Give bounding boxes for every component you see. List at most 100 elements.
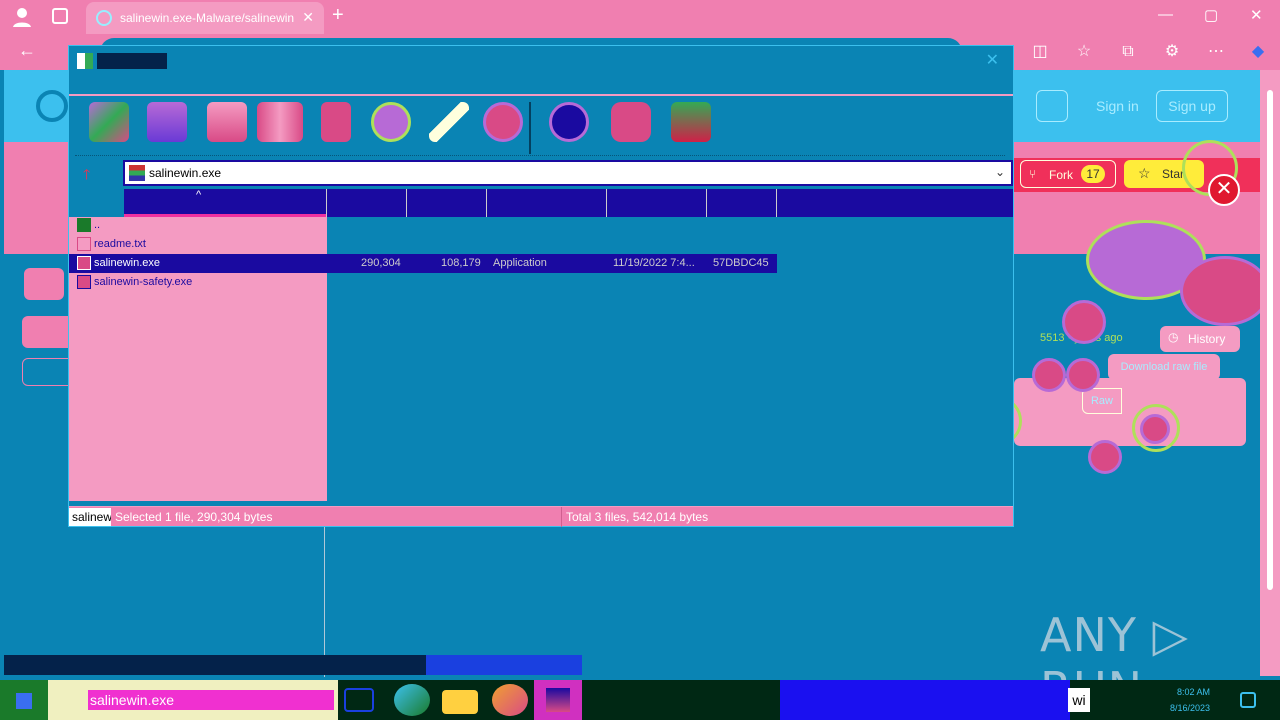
file-name: salinewin.exe — [94, 257, 161, 269]
column-separator[interactable] — [486, 189, 487, 217]
raw-button[interactable]: Raw — [1082, 388, 1122, 414]
tray-label[interactable]: wi — [1068, 688, 1090, 712]
tab-close-icon[interactable]: ✕ — [302, 9, 314, 26]
github-logo-icon[interactable] — [36, 90, 68, 122]
menu-separator — [69, 94, 1013, 96]
wizard-icon[interactable] — [429, 102, 469, 142]
add-icon[interactable] — [89, 102, 129, 142]
winrar-toolbar — [75, 98, 1005, 156]
profile-icon[interactable] — [12, 6, 34, 28]
list-item[interactable]: readme.txt — [69, 235, 777, 254]
more-icon[interactable]: ⋯ — [1206, 42, 1226, 62]
text-file-icon — [77, 237, 91, 251]
workspaces-icon[interactable] — [52, 8, 68, 24]
browser-tabstrip: salinewin.exe-Malware/salinewin ✕ + — ▢ … — [0, 0, 1280, 34]
status-drive-box: salinew — [69, 508, 111, 526]
column-separator[interactable] — [606, 189, 607, 217]
winrar-app-icon — [77, 53, 93, 69]
page-scrollbar[interactable] — [1260, 70, 1280, 676]
list-item[interactable]: salinewin-safety.exe — [69, 273, 777, 292]
list-item[interactable]: .. — [69, 216, 777, 235]
chevron-down-icon[interactable]: ⌄ — [995, 165, 1005, 179]
sign-in-link[interactable]: Sign in — [1096, 98, 1139, 114]
file-modified: 11/19/2022 7:4... — [613, 257, 695, 269]
favorites-icon[interactable]: ☆ — [1074, 42, 1094, 62]
task-view-icon[interactable] — [344, 688, 374, 712]
taskbar: salinewin.exe wi 8:02 AM 8/16/2023 — [0, 680, 1280, 720]
column-separator[interactable] — [776, 189, 777, 217]
find-icon[interactable] — [371, 102, 411, 142]
winrar-window: ✕ 🡑 salinewin.exe ⌄ ^ .. readme.txt sali… — [68, 45, 1014, 527]
collections-icon[interactable]: ⧉ — [1118, 42, 1138, 62]
file-list: .. readme.txt salinewin.exe 290,304 108,… — [69, 216, 1013, 306]
new-tab-button[interactable]: + — [332, 5, 344, 25]
scroll-thumb[interactable] — [1267, 90, 1273, 590]
winrar-close-icon[interactable]: ✕ — [986, 50, 999, 70]
sign-up-button[interactable]: Sign up — [1156, 90, 1228, 122]
github-favicon-icon — [96, 10, 112, 26]
back-arrow-icon[interactable]: ← — [18, 40, 36, 61]
go-to-file-input[interactable] — [22, 358, 74, 386]
app-file-icon — [77, 275, 91, 289]
winrar-icon — [546, 688, 570, 712]
notification-icon[interactable] — [1240, 692, 1256, 708]
column-separator[interactable] — [706, 189, 707, 217]
firefox-icon[interactable] — [492, 684, 528, 716]
search-icon[interactable] — [1036, 90, 1068, 122]
column-separator[interactable] — [326, 189, 327, 217]
window-title — [97, 53, 167, 69]
virus-scan-icon[interactable] — [549, 102, 589, 142]
column-separator[interactable] — [406, 189, 407, 217]
status-selected: Selected 1 file, 290,304 bytes — [115, 510, 273, 524]
file-crc: 57DBDC45 — [713, 257, 769, 269]
winrar-navrow: 🡑 salinewin.exe ⌄ — [69, 158, 1013, 188]
extensions-icon[interactable]: ⚙ — [1162, 42, 1182, 62]
delete-icon[interactable] — [321, 102, 351, 142]
winrar-taskbar-button[interactable] — [534, 680, 582, 720]
taskbar-search[interactable]: salinewin.exe — [48, 680, 338, 720]
status-divider — [561, 507, 562, 527]
up-folder-icon[interactable]: 🡑 — [83, 164, 90, 188]
clock[interactable]: 8:02 AM 8/16/2023 — [1170, 684, 1210, 716]
path-combobox[interactable]: salinewin.exe ⌄ — [123, 160, 1013, 186]
windows-logo-icon — [16, 693, 32, 709]
folder-up-icon — [77, 218, 91, 232]
sidebar-toggle[interactable] — [24, 268, 64, 300]
glitch-bubble — [1032, 358, 1066, 392]
file-name: .. — [94, 219, 101, 231]
copilot-icon[interactable]: ◆ — [1248, 42, 1268, 62]
system-tray-area — [780, 680, 1070, 720]
file-size: 290,304 — [361, 257, 401, 269]
close-window-button[interactable]: ✕ — [1250, 6, 1263, 24]
file-type: Application — [493, 257, 547, 269]
file-explorer-icon[interactable] — [442, 690, 478, 714]
test-icon[interactable] — [207, 102, 247, 142]
glitch-band — [4, 655, 426, 675]
info-icon[interactable] — [483, 102, 523, 142]
extract-icon[interactable] — [147, 102, 187, 142]
start-button[interactable] — [0, 680, 48, 720]
minimize-button[interactable]: — — [1158, 6, 1173, 23]
list-item-selected[interactable]: salinewin.exe 290,304 108,179 Applicatio… — [69, 254, 777, 273]
fork-label: Fork — [1049, 168, 1073, 182]
sfx-icon[interactable] — [671, 102, 711, 142]
archive-icon — [129, 165, 145, 181]
history-button[interactable]: ◷ History — [1160, 326, 1240, 352]
clock-date: 8/16/2023 — [1170, 703, 1211, 713]
status-total: Total 3 files, 542,014 bytes — [566, 510, 709, 524]
file-name: readme.txt — [94, 238, 146, 250]
maximize-button[interactable]: ▢ — [1204, 6, 1218, 24]
download-raw-tooltip: Download raw file — [1108, 354, 1220, 380]
edge-icon[interactable] — [394, 684, 430, 716]
split-screen-icon[interactable]: ◫ — [1030, 42, 1050, 62]
history-icon: ◷ — [1168, 330, 1179, 344]
path-text: salinewin.exe — [149, 166, 222, 180]
branch-button[interactable] — [22, 316, 74, 348]
fork-button[interactable]: ⑂ Fork 17 — [1020, 160, 1116, 188]
tab-salinewin[interactable]: salinewin.exe-Malware/salinewin ✕ — [86, 2, 324, 34]
glitch-bubble — [1088, 440, 1122, 474]
comment-icon[interactable] — [611, 102, 651, 142]
winrar-statusbar: salinew Selected 1 file, 290,304 bytes T… — [69, 506, 1013, 527]
view-icon[interactable] — [257, 102, 303, 142]
tab-title: salinewin.exe-Malware/salinewin — [120, 11, 295, 25]
